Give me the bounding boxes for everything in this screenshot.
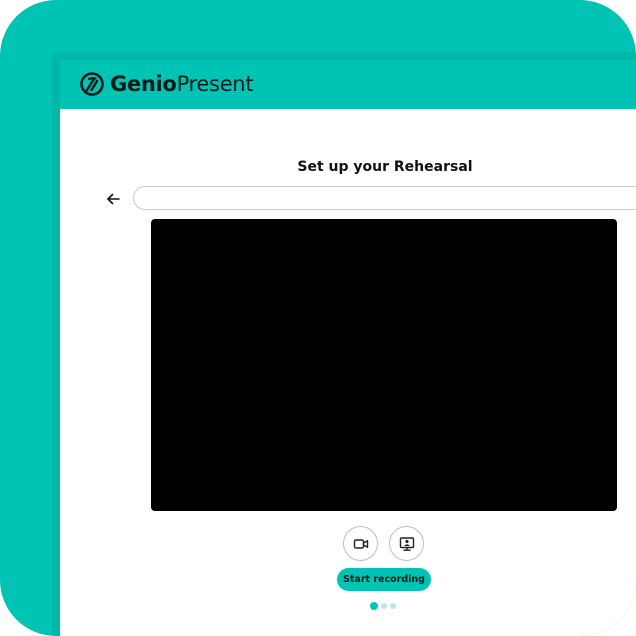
pagination-dots (370, 602, 396, 610)
brand-name-bold: Genio (110, 72, 177, 96)
address-bar[interactable] (133, 186, 636, 210)
arrow-left-icon (107, 193, 120, 205)
video-preview (151, 219, 617, 511)
genio-logo-icon (80, 72, 104, 96)
screen-share-button[interactable] (389, 526, 424, 561)
back-button[interactable] (102, 188, 124, 210)
brand-name-regular: Present (176, 72, 254, 96)
pagination-dot-active[interactable] (370, 602, 378, 610)
brand-logo: GenioPresent (78, 70, 254, 98)
app-frame: GenioPresent Set up your Rehearsal Start… (0, 0, 636, 636)
pagination-dot[interactable] (390, 603, 396, 609)
page-title: Set up your Rehearsal (297, 159, 473, 175)
app-header: GenioPresent (60, 60, 636, 109)
pagination-dot[interactable] (381, 603, 387, 609)
video-camera-icon (353, 538, 368, 549)
camera-toggle-button[interactable] (343, 526, 378, 561)
start-recording-button[interactable]: Start recording (337, 568, 431, 591)
app-window: GenioPresent Set up your Rehearsal Start… (60, 60, 636, 636)
screen-share-icon (399, 536, 414, 551)
brand-name: GenioPresent (110, 72, 254, 96)
